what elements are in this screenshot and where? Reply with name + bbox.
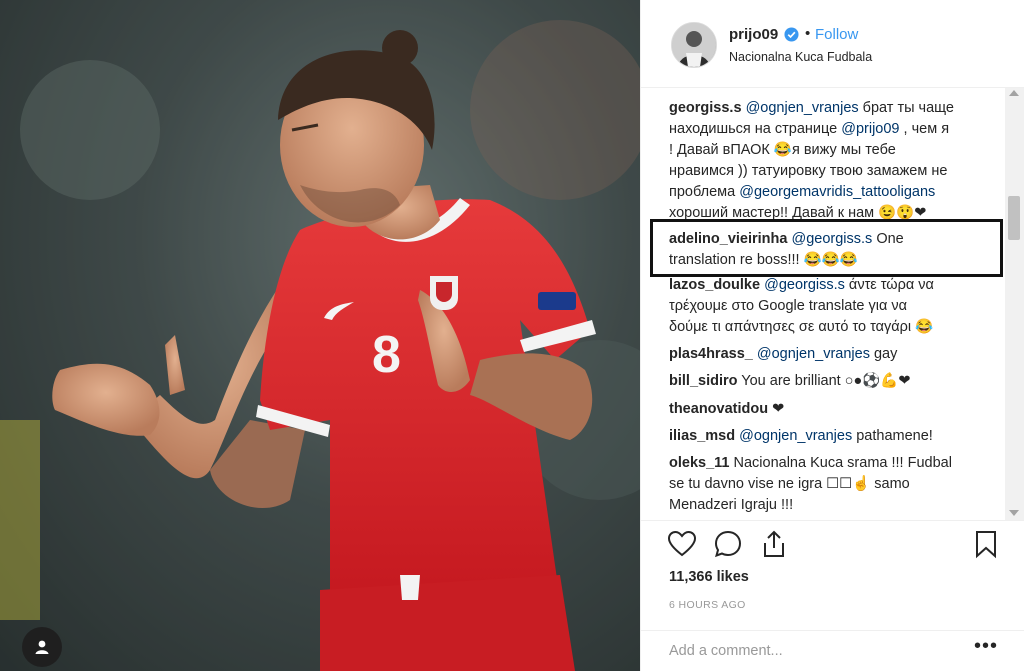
comment-text: Nacionalna Kuca srama !!! Fudbal: [733, 455, 952, 471]
comment-item: ilias_msd @ognjen_vranjes pathamene!: [669, 426, 999, 447]
comment-text: , чем я: [899, 121, 950, 137]
comment-mention[interactable]: @ognjen_vranjes: [746, 100, 859, 116]
comments-scrollbar[interactable]: [1005, 88, 1024, 520]
comment-mention[interactable]: @georgiss.s: [764, 277, 845, 293]
comment-text: ❤: [772, 401, 785, 417]
person-icon: [35, 640, 49, 654]
jersey-number: 8: [372, 326, 401, 384]
comment-mention[interactable]: @prijo09: [841, 121, 899, 137]
avatar[interactable]: [671, 22, 717, 68]
comment-username[interactable]: theanovatidou: [669, 401, 768, 417]
comment-text: pathamene!: [852, 428, 933, 444]
post-actions: 11,366 likes 6 HOURS AGO: [641, 520, 1024, 630]
more-options-button[interactable]: •••: [974, 635, 998, 658]
verified-badge-icon: [784, 27, 799, 42]
post-side-panel: prijo09 • Follow Nacionalna Kuca Fudbala…: [640, 0, 1024, 671]
bookmark-icon[interactable]: [971, 529, 1001, 559]
comment-text: брат ты чаще: [858, 100, 954, 116]
comment-username[interactable]: oleks_11: [669, 455, 729, 471]
uefa-respect-patch-icon: [538, 292, 576, 310]
comment-mention[interactable]: @ognjen_vranjes: [757, 346, 870, 362]
add-comment-input[interactable]: [667, 639, 961, 663]
user-tag-button[interactable]: [22, 627, 62, 667]
post-username[interactable]: prijo09: [729, 26, 778, 43]
comment-bubble-icon[interactable]: [713, 529, 743, 559]
post-header: prijo09 • Follow Nacionalna Kuca Fudbala: [641, 0, 1024, 88]
heart-icon[interactable]: [667, 529, 697, 559]
comment-username[interactable]: bill_sidiro: [669, 373, 738, 389]
comment-text: τρέχουμε στο Google translate για να: [669, 298, 908, 314]
comment-text: gay: [869, 346, 898, 362]
add-comment-bar: •••: [641, 630, 1024, 671]
comment-item: plas4hrass_ @ognjen_vranjes gay: [669, 344, 999, 365]
comment-username[interactable]: ilias_msd: [669, 428, 735, 444]
follow-button[interactable]: Follow: [815, 26, 858, 43]
serbia-crest-icon: [430, 276, 458, 310]
comment-mention[interactable]: @georgemavridis_tattooligans: [739, 184, 935, 200]
comment-username[interactable]: plas4hrass_: [669, 346, 753, 362]
comment-item: georgiss.s @ognjen_vranjes брат ты чаще …: [669, 98, 999, 224]
comment-text: se tu davno vise ne igra ☐☐☝ samo: [669, 476, 910, 492]
post-location[interactable]: Nacionalna Kuca Fudbala: [729, 50, 872, 64]
comment-mention[interactable]: @ognjen_vranjes: [739, 428, 852, 444]
scroll-thumb[interactable]: [1008, 196, 1020, 240]
comment-username[interactable]: lazos_doulke: [669, 277, 760, 293]
comment-text: άντε τώρα να: [844, 277, 934, 293]
comments-list[interactable]: georgiss.s @ognjen_vranjes брат ты чаще …: [641, 88, 1005, 520]
avatar-image: [672, 23, 716, 67]
post-timestamp[interactable]: 6 HOURS AGO: [669, 599, 746, 611]
comment-text: нравимся )) татуировку твою замажем не: [669, 163, 948, 179]
comment-text: проблема: [669, 184, 740, 200]
comment-item: lazos_doulke @georgiss.s άντε τώρα να τρ…: [669, 275, 999, 338]
share-icon[interactable]: [759, 529, 789, 559]
post-photo[interactable]: 8: [0, 0, 640, 671]
comment-text: находишься на странице: [669, 121, 842, 137]
comment-item: theanovatidou ❤: [669, 399, 999, 420]
scroll-up-arrow-icon[interactable]: [1009, 90, 1019, 96]
comment-text: You are brilliant ○●⚽💪❤: [741, 373, 911, 389]
comment-item: bill_sidiro You are brilliant ○●⚽💪❤: [669, 371, 999, 392]
scroll-down-arrow-icon[interactable]: [1009, 510, 1019, 516]
puma-logo-icon: [322, 300, 356, 322]
comment-highlight-box: [650, 219, 1003, 277]
likes-count[interactable]: 11,366 likes: [669, 569, 749, 585]
comment-text: δούμε τι απάντησες σε αυτό το ταγάρι 😂: [669, 319, 934, 335]
comment-text: Menadzeri Igraju !!!: [669, 497, 794, 513]
comment-text: ! Давай вПАОК 😂я вижу мы тебе: [669, 142, 896, 158]
separator-dot: •: [805, 25, 811, 42]
comment-username[interactable]: georgiss.s: [669, 100, 742, 116]
comment-item: oleks_11 Nacionalna Kuca srama !!! Fudba…: [669, 453, 999, 516]
player-illustration: [0, 0, 640, 671]
